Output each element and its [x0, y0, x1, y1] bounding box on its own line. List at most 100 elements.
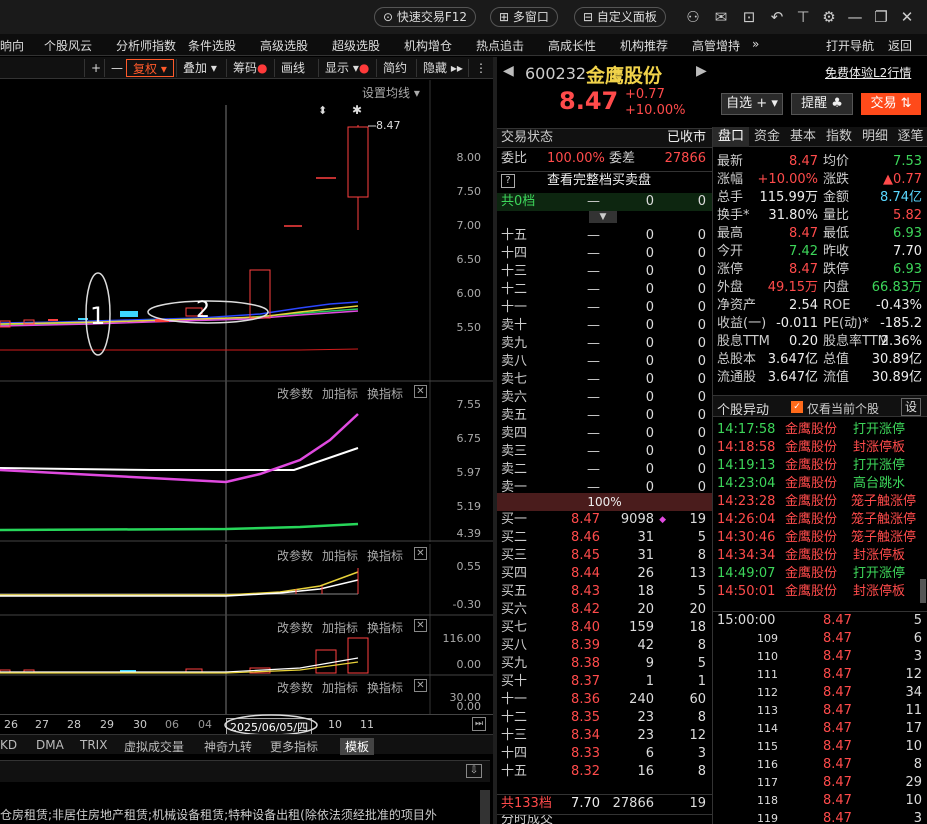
overlay-button[interactable]: 叠加 ▾ — [176, 59, 223, 77]
menu-item[interactable]: 分析师指数 — [116, 37, 176, 54]
menu-item[interactable]: 高成长性 — [548, 37, 596, 54]
event-time: 14:19:13 — [717, 458, 776, 473]
chevron-down-icon[interactable]: ▼ — [589, 211, 617, 223]
fq-label: 复权 — [133, 62, 158, 76]
lock-icon[interactable]: ⊡ — [740, 8, 758, 26]
tab-kd[interactable]: KD — [0, 738, 17, 752]
only-current-checkbox[interactable]: ✓ — [791, 401, 803, 413]
indicator-panel-3[interactable]: 改参数 加指标 换指标 ✕ 116.00 0.00 — [0, 616, 493, 676]
quote-label: 总股本 — [717, 352, 757, 367]
settings-icon[interactable]: ⚙ — [820, 8, 838, 26]
menu-item[interactable]: 超级选股 — [332, 37, 380, 54]
quote-label: PE(动)* — [823, 316, 869, 331]
indicator-panel-1[interactable]: 改参数 加指标 换指标 ✕ 7.55 6.75 5.97 5.19 4.39 — [0, 382, 493, 542]
menu-item[interactable]: 高级选股 — [260, 37, 308, 54]
quote-label: 跌停 — [823, 262, 850, 277]
ask-count: 0 — [697, 408, 706, 423]
open-nav-button[interactable]: 打开导航 — [826, 37, 874, 54]
mail-icon[interactable]: ✉ — [712, 8, 730, 26]
tab-template[interactable]: 模板 — [340, 738, 375, 755]
events-settings-button[interactable]: 设 — [901, 398, 921, 416]
ask-volume: 0 — [645, 390, 654, 405]
indicator-panel-4[interactable]: 改参数 加指标 换指标 ✕ 30.00 0.00 — [0, 676, 493, 714]
full-book-link[interactable]: 查看完整档买卖盘 — [547, 172, 651, 190]
menu-item[interactable]: 热点追击 — [476, 37, 524, 54]
event-row[interactable]: 14:23:04 金鹰股份 高台跳水 — [717, 475, 927, 493]
back-button[interactable]: 返回 — [888, 37, 912, 54]
undo-icon[interactable]: ↶ — [768, 8, 786, 26]
close-icon[interactable]: ✕ — [898, 8, 916, 26]
tab-virtual-volume[interactable]: 虚拟成交量 — [124, 738, 184, 755]
minimize-icon[interactable]: — — [846, 8, 864, 26]
trade-button[interactable]: 交易 ⇅ — [861, 93, 921, 115]
bid-level: 买八 — [501, 638, 528, 653]
stock-name: 金鹰股份 — [586, 65, 663, 87]
tab-basic[interactable]: 基本 — [785, 127, 821, 147]
event-row[interactable]: 14:18:58 金鹰股份 封涨停板 — [717, 439, 927, 457]
tab-trix[interactable]: TRIX — [80, 738, 107, 752]
menu-item[interactable]: 个股风云 — [44, 37, 92, 54]
tick-volume: 29 — [905, 775, 922, 790]
l2-trial-link[interactable]: 免费体验L2行情 — [825, 64, 911, 81]
menu-item[interactable]: 晌向 — [0, 37, 24, 54]
order-book: 交易状态 已收市 委比 100.00% 委差 27866 ? 查看完整档买卖盘 共0档 — 0… — [497, 127, 712, 824]
display-button[interactable]: 显示 ▾● — [318, 59, 375, 77]
fq-button[interactable]: 复权 ▾ — [126, 59, 174, 77]
watchlist-button[interactable]: 自选 + ▾ — [721, 93, 783, 115]
multi-window-button[interactable]: ⊞ 多窗口 — [490, 7, 558, 27]
full-book-row[interactable]: ? 查看完整档买卖盘 — [497, 171, 712, 189]
event-row[interactable]: 14:19:13 金鹰股份 打开涨停 — [717, 457, 927, 475]
price-tick: 6.50 — [456, 253, 482, 266]
tick-time: 113 — [757, 704, 778, 717]
event-row[interactable]: 14:34:34 金鹰股份 封涨停板 — [717, 547, 927, 565]
collapse-asks-row[interactable]: ▼ — [497, 211, 712, 225]
event-row[interactable]: 14:50:01 金鹰股份 封涨停板 — [717, 583, 927, 601]
quote-value: 115.99万 — [759, 190, 819, 205]
chips-button[interactable]: 筹码● — [226, 59, 274, 77]
menu-item[interactable]: 条件选股 — [188, 37, 236, 54]
ask-level: 十三 — [501, 264, 528, 279]
draw-button[interactable]: 画线 — [274, 59, 311, 77]
simple-button[interactable]: 简约 — [376, 59, 413, 77]
tab-details[interactable]: 明细 — [857, 127, 893, 147]
event-row[interactable]: 14:30:46 金鹰股份 笼子触涨停 — [717, 529, 927, 547]
quote-row: 今开 7.42 昨收 7.70 — [713, 243, 927, 261]
scroll-right-icon[interactable]: ⏭ — [472, 717, 486, 731]
tab-tick-by-tick[interactable]: 逐笔 — [893, 127, 927, 147]
event-row[interactable]: 14:49:07 金鹰股份 打开涨停 — [717, 565, 927, 583]
menu-item[interactable]: 高管增持 — [692, 37, 740, 54]
tab-handicap[interactable]: 盘口 — [713, 127, 749, 147]
tab-index[interactable]: 指数 — [821, 127, 857, 147]
quick-trade-button[interactable]: ⊙ 快速交易F12 — [374, 7, 477, 27]
tab-dma[interactable]: DMA — [36, 738, 64, 752]
custom-panel-button[interactable]: ⊟ 自定义面板 — [574, 7, 666, 27]
next-stock-icon[interactable]: ▶ — [696, 63, 707, 79]
more-toolbar-icon[interactable]: ⋮ — [468, 59, 493, 77]
quote-value: 8.47 — [789, 262, 818, 277]
prev-stock-icon[interactable]: ◀ — [503, 63, 514, 79]
menu-more[interactable]: » — [752, 37, 759, 51]
bid-level: 十二 — [501, 710, 528, 725]
event-row[interactable]: 14:17:58 金鹰股份 打开涨停 — [717, 421, 927, 439]
menu-item[interactable]: 机构增仓 — [404, 37, 452, 54]
indicator-tick: 0.00 — [456, 658, 482, 671]
event-row[interactable]: 14:26:04 金鹰股份 笼子触涨停 — [717, 511, 927, 529]
menu-item[interactable]: 机构推荐 — [620, 37, 668, 54]
events-scrollbar[interactable] — [920, 579, 926, 603]
tab-td9[interactable]: 神奇九转 — [204, 738, 252, 755]
ask-total-price: — — [587, 194, 600, 209]
download-icon[interactable]: ⇩ — [466, 764, 482, 778]
quote-label: 净资产 — [717, 298, 757, 313]
tab-more-indicators[interactable]: 更多指标 — [270, 738, 318, 755]
tick-volume: 3 — [913, 649, 922, 664]
alert-button[interactable]: 提醒 ♣ — [791, 93, 853, 115]
event-row[interactable]: 14:23:28 金鹰股份 笼子触涨停 — [717, 493, 927, 511]
tab-funds[interactable]: 资金 — [749, 127, 785, 147]
hide-button[interactable]: 隐藏 ▸▸ — [416, 59, 469, 77]
user-icon[interactable]: ⚇ — [684, 8, 702, 26]
kline-chart[interactable]: 设置均线 ▾ ⬍ ✱ 8.47 1 2 8.00 7.50 7.00 6.50 — [0, 80, 493, 382]
restore-icon[interactable]: ❐ — [872, 8, 890, 26]
indicator-panel-2[interactable]: 改参数 加指标 换指标 ✕ 0.55 -0.30 — [0, 544, 493, 616]
bid-price: 8.34 — [571, 728, 600, 743]
shirt-icon[interactable]: ⊤ — [794, 8, 812, 26]
